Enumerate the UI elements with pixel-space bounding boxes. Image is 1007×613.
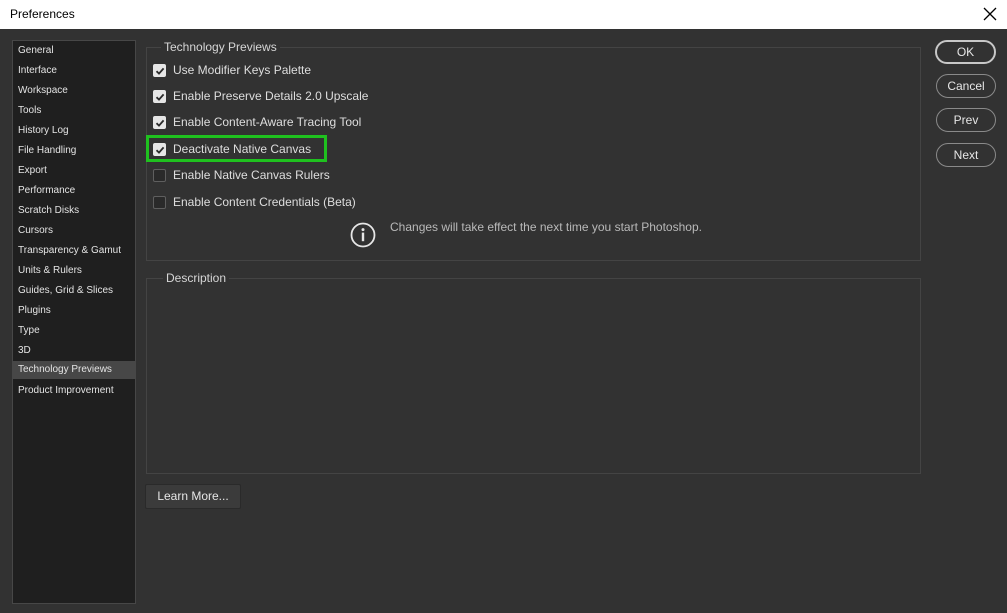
technology-previews-heading: Technology Previews: [161, 40, 280, 54]
prev-button[interactable]: Prev: [936, 108, 996, 132]
sidebar-item-3d[interactable]: 3D: [13, 342, 135, 360]
sidebar-item-workspace[interactable]: Workspace: [13, 82, 135, 100]
checkbox[interactable]: [153, 169, 166, 182]
ok-button[interactable]: OK: [935, 40, 996, 64]
checkbox[interactable]: [153, 143, 166, 156]
learn-more-button[interactable]: Learn More...: [145, 484, 241, 509]
option-label: Enable Native Canvas Rulers: [173, 168, 330, 182]
sidebar-item-file-handling[interactable]: File Handling: [13, 142, 135, 160]
sidebar-item-scratch-disks[interactable]: Scratch Disks: [13, 202, 135, 220]
sidebar-item-type[interactable]: Type: [13, 322, 135, 340]
sidebar-item-product-improvement[interactable]: Product Improvement: [13, 382, 135, 400]
sidebar-item-history-log[interactable]: History Log: [13, 122, 135, 140]
option-label: Enable Preserve Details 2.0 Upscale: [173, 89, 369, 103]
checkbox[interactable]: [153, 196, 166, 209]
sidebar-item-guides-grid-slices[interactable]: Guides, Grid & Slices: [13, 282, 135, 300]
option-label: Enable Content Credentials (Beta): [173, 195, 356, 209]
restart-info-text: Changes will take effect the next time y…: [390, 220, 702, 234]
sidebar-item-plugins[interactable]: Plugins: [13, 302, 135, 320]
sidebar-item-tools[interactable]: Tools: [13, 102, 135, 120]
description-heading: Description: [163, 271, 230, 285]
description-group: [146, 278, 921, 474]
sidebar-item-performance[interactable]: Performance: [13, 182, 135, 200]
sidebar-item-interface[interactable]: Interface: [13, 62, 135, 80]
sidebar-item-transparency-gamut[interactable]: Transparency & Gamut: [13, 242, 135, 260]
info-icon: [350, 222, 376, 248]
window-title: Preferences: [10, 7, 75, 21]
cancel-button[interactable]: Cancel: [936, 74, 996, 98]
checkbox[interactable]: [153, 90, 166, 103]
sidebar-item-units-rulers[interactable]: Units & Rulers: [13, 262, 135, 280]
option-label: Use Modifier Keys Palette: [173, 63, 312, 77]
close-icon[interactable]: [981, 5, 999, 23]
checkbox[interactable]: [153, 116, 166, 129]
sidebar-item-cursors[interactable]: Cursors: [13, 222, 135, 240]
checkbox[interactable]: [153, 64, 166, 77]
sidebar-item-general[interactable]: General: [13, 42, 135, 60]
option-label: Deactivate Native Canvas: [173, 142, 312, 156]
preferences-sidebar: General Interface Workspace Tools Histor…: [12, 40, 136, 604]
next-button[interactable]: Next: [936, 143, 996, 167]
option-label: Enable Content-Aware Tracing Tool: [173, 115, 362, 129]
sidebar-item-export[interactable]: Export: [13, 162, 135, 180]
title-bar: Preferences: [0, 0, 1007, 29]
sidebar-item-technology-previews[interactable]: Technology Previews: [13, 361, 135, 379]
